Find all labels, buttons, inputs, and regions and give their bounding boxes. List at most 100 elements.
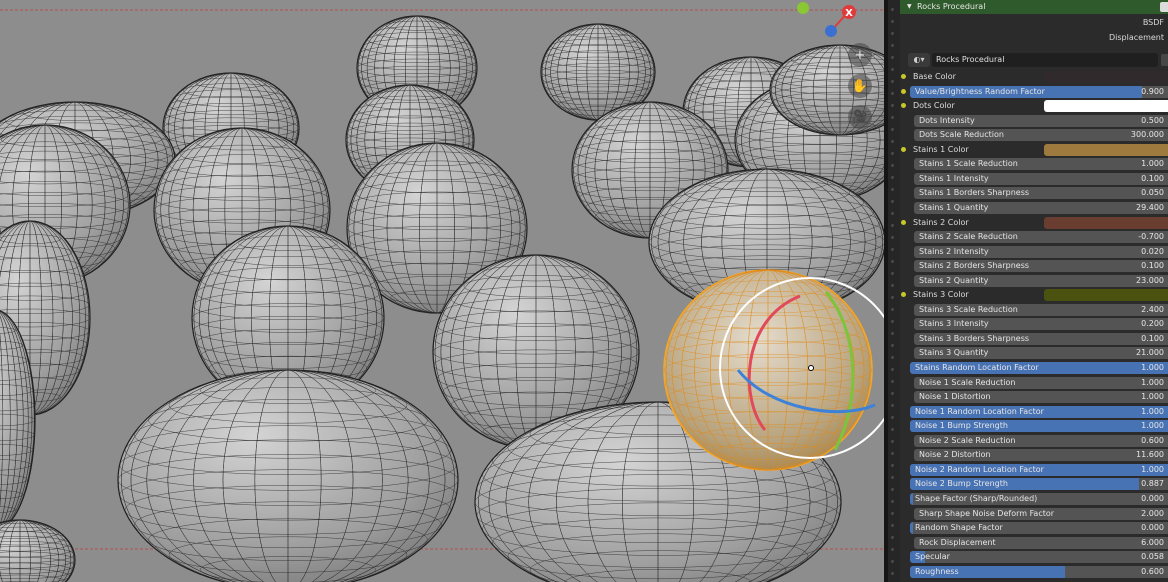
navigation-gizmo[interactable]: X + ✋ 🎥 — [770, 0, 884, 140]
sphere-material-icon[interactable]: ◐▾ — [908, 53, 930, 67]
slider-field[interactable]: Value/Brightness Random Factor 0.900 — [910, 85, 1168, 98]
number-field[interactable]: Stains 2 Quantity 23.000 — [914, 274, 1168, 287]
field-value: 0.000 — [1141, 493, 1164, 503]
field-value: 0.887 — [1141, 479, 1164, 489]
gutter-dot — [891, 260, 894, 263]
rock-scene[interactable] — [0, 0, 884, 582]
slider-field[interactable]: Shape Factor (Sharp/Rounded) 0.000 — [910, 492, 1168, 505]
number-field[interactable]: Stains 2 Scale Reduction -0.700 — [914, 231, 1168, 244]
slider-field[interactable]: Noise 1 Bump Strength 1.000 — [910, 420, 1168, 433]
property-row: Stains 1 Quantity 29.400 — [900, 201, 1168, 215]
slider-field[interactable]: Noise 2 Random Location Factor 1.000 — [910, 463, 1168, 476]
number-field[interactable]: Stains 3 Borders Sharpness 0.100 — [914, 332, 1168, 345]
zoom-glyph: + — [854, 47, 866, 63]
field-label: Sharp Shape Noise Deform Factor — [919, 508, 1055, 518]
number-field[interactable]: Rock Displacement 6.000 — [914, 536, 1168, 549]
field-value: 6.000 — [1141, 537, 1164, 547]
node-properties-panel: ▼ Rocks Procedural BSDF Displacement ◐▾ … — [900, 0, 1168, 582]
property-row: Noise 2 Bump Strength 0.887 — [900, 477, 1168, 491]
number-field[interactable]: Dots Intensity 0.500 — [914, 114, 1168, 127]
fake-user-shield-icon[interactable] — [1161, 54, 1168, 66]
number-field[interactable]: Stains 1 Intensity 0.100 — [914, 172, 1168, 185]
gutter-dot — [891, 464, 894, 467]
panel-gutter — [888, 0, 900, 582]
gutter-dot — [891, 428, 894, 431]
number-field[interactable]: Stains 3 Scale Reduction 2.400 — [914, 303, 1168, 316]
field-label: Stains 1 Scale Reduction — [919, 159, 1018, 169]
gutter-dot — [891, 536, 894, 539]
field-label: Stains 3 Quantity — [919, 348, 989, 358]
field-label: Stains 1 Borders Sharpness — [919, 188, 1030, 198]
gutter-dot — [891, 392, 894, 395]
property-row: Stains 1 Borders Sharpness 0.050 — [900, 186, 1168, 200]
gutter-dot — [891, 176, 894, 179]
number-field[interactable]: Stains 3 Quantity 21.000 — [914, 347, 1168, 360]
color-swatch[interactable] — [1044, 100, 1168, 113]
hand-pan-icon[interactable]: ✋ — [848, 74, 872, 98]
rock — [117, 369, 459, 582]
field-label: Value/Brightness Random Factor — [915, 86, 1045, 96]
property-row: Stains 1 Color — [900, 143, 1168, 157]
property-row: Sharp Shape Noise Deform Factor 2.000 — [900, 507, 1168, 521]
color-swatch[interactable] — [1044, 216, 1168, 229]
gutter-dot — [891, 44, 894, 47]
slider-field[interactable]: Noise 1 Random Location Factor 1.000 — [910, 405, 1168, 418]
node-header[interactable]: ▼ Rocks Procedural — [900, 0, 1168, 14]
slider-field[interactable]: Specular 0.058 — [910, 551, 1168, 564]
property-row: Value/Brightness Random Factor 0.900 — [900, 85, 1168, 99]
collapse-arrow-icon[interactable]: ▼ — [907, 0, 912, 14]
material-selector[interactable]: ◐▾ Rocks Procedural — [908, 53, 1168, 67]
gutter-dot — [891, 128, 894, 131]
field-label: Stains 3 Borders Sharpness — [919, 333, 1030, 343]
zoom-icon[interactable]: + — [848, 43, 872, 67]
input-socket-icon[interactable] — [901, 292, 906, 298]
gutter-dot — [891, 296, 894, 299]
number-field[interactable]: Stains 1 Quantity 29.400 — [914, 201, 1168, 214]
pan-glyph: ✋ — [851, 78, 869, 94]
slider-field[interactable]: Noise 2 Bump Strength 0.887 — [910, 478, 1168, 491]
color-swatch[interactable] — [1044, 71, 1168, 83]
property-row: Shape Factor (Sharp/Rounded) 0.000 — [900, 492, 1168, 506]
gutter-dot — [891, 200, 894, 203]
gutter-dot — [891, 284, 894, 287]
number-field[interactable]: Stains 3 Intensity 0.200 — [914, 318, 1168, 331]
3d-viewport[interactable]: X + ✋ 🎥 — [0, 0, 884, 582]
camera-icon[interactable]: 🎥 — [848, 105, 872, 129]
color-swatch[interactable] — [1044, 289, 1168, 302]
field-label: Stains 3 Scale Reduction — [919, 304, 1018, 314]
number-field[interactable]: Noise 1 Scale Reduction 1.000 — [914, 376, 1168, 389]
number-field[interactable]: Noise 2 Scale Reduction 0.600 — [914, 434, 1168, 447]
slider-field[interactable]: Roughness 0.600 — [910, 565, 1168, 578]
color-swatch[interactable] — [1044, 143, 1168, 156]
number-field[interactable]: Stains 1 Scale Reduction 1.000 — [914, 158, 1168, 171]
field-label: Stains 3 Intensity — [919, 319, 989, 329]
slider-field[interactable]: Random Shape Factor 0.000 — [910, 522, 1168, 535]
field-value: 0.100 — [1141, 173, 1164, 183]
number-field[interactable]: Noise 1 Distortion 1.000 — [914, 391, 1168, 404]
number-field[interactable]: Stains 2 Borders Sharpness 0.100 — [914, 260, 1168, 273]
property-row: Noise 2 Random Location Factor 1.000 — [900, 463, 1168, 477]
color-label: Base Color — [913, 72, 956, 81]
number-field[interactable]: Stains 2 Intensity 0.020 — [914, 245, 1168, 258]
axis-gizmo[interactable]: X — [770, 0, 884, 50]
input-socket-icon[interactable] — [901, 74, 906, 79]
input-socket-icon[interactable] — [901, 103, 906, 109]
gutter-dot — [891, 224, 894, 227]
input-socket-icon[interactable] — [901, 219, 906, 225]
property-row: Stains 2 Intensity 0.020 — [900, 245, 1168, 259]
number-field[interactable]: Stains 1 Borders Sharpness 0.050 — [914, 187, 1168, 200]
gutter-dot — [891, 440, 894, 443]
field-label: Noise 2 Bump Strength — [915, 479, 1008, 489]
material-name-field[interactable]: Rocks Procedural — [932, 53, 1158, 67]
property-row: Dots Color — [900, 99, 1168, 113]
slider-field[interactable]: Stains Random Location Factor 1.000 — [910, 362, 1168, 374]
input-socket-icon[interactable] — [901, 88, 906, 94]
property-row: Noise 2 Scale Reduction 0.600 — [900, 434, 1168, 448]
property-row: Stains 2 Scale Reduction -0.700 — [900, 230, 1168, 244]
number-field[interactable]: Dots Scale Reduction 300.000 — [914, 129, 1168, 142]
gutter-dot — [891, 548, 894, 551]
field-value: 2.400 — [1141, 304, 1164, 314]
input-socket-icon[interactable] — [901, 146, 906, 152]
number-field[interactable]: Noise 2 Distortion 11.600 — [914, 449, 1168, 462]
number-field[interactable]: Sharp Shape Noise Deform Factor 2.000 — [914, 507, 1168, 520]
